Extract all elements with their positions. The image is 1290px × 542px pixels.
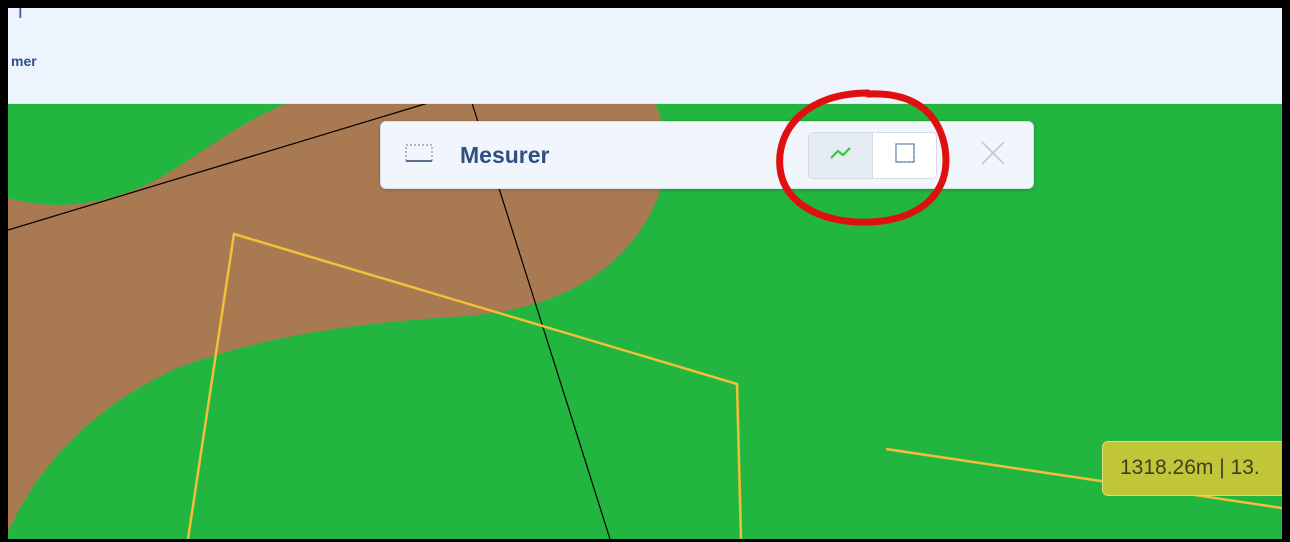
toolbar-glyph: ᒣ: [12, 2, 23, 23]
top-toolbar: ᒣ mer: [8, 8, 1282, 104]
close-icon: [980, 140, 1006, 171]
close-button[interactable]: [977, 139, 1009, 171]
toolbar-label: mer: [11, 53, 37, 69]
measurement-tooltip: 1318.26m | 13.: [1102, 441, 1282, 496]
ruler-icon: [405, 144, 433, 169]
measure-area-button[interactable]: [873, 133, 936, 178]
measure-line-button[interactable]: [809, 133, 873, 178]
measure-mode-group: [808, 132, 937, 179]
map-viewport[interactable]: ᒣ mer Mesurer 1318.26m | 13.: [0, 0, 1290, 542]
polyline-icon: [829, 145, 853, 166]
measure-panel: Mesurer: [380, 121, 1034, 189]
dotted-square-icon: [894, 142, 916, 169]
measure-title: Mesurer: [460, 142, 550, 168]
